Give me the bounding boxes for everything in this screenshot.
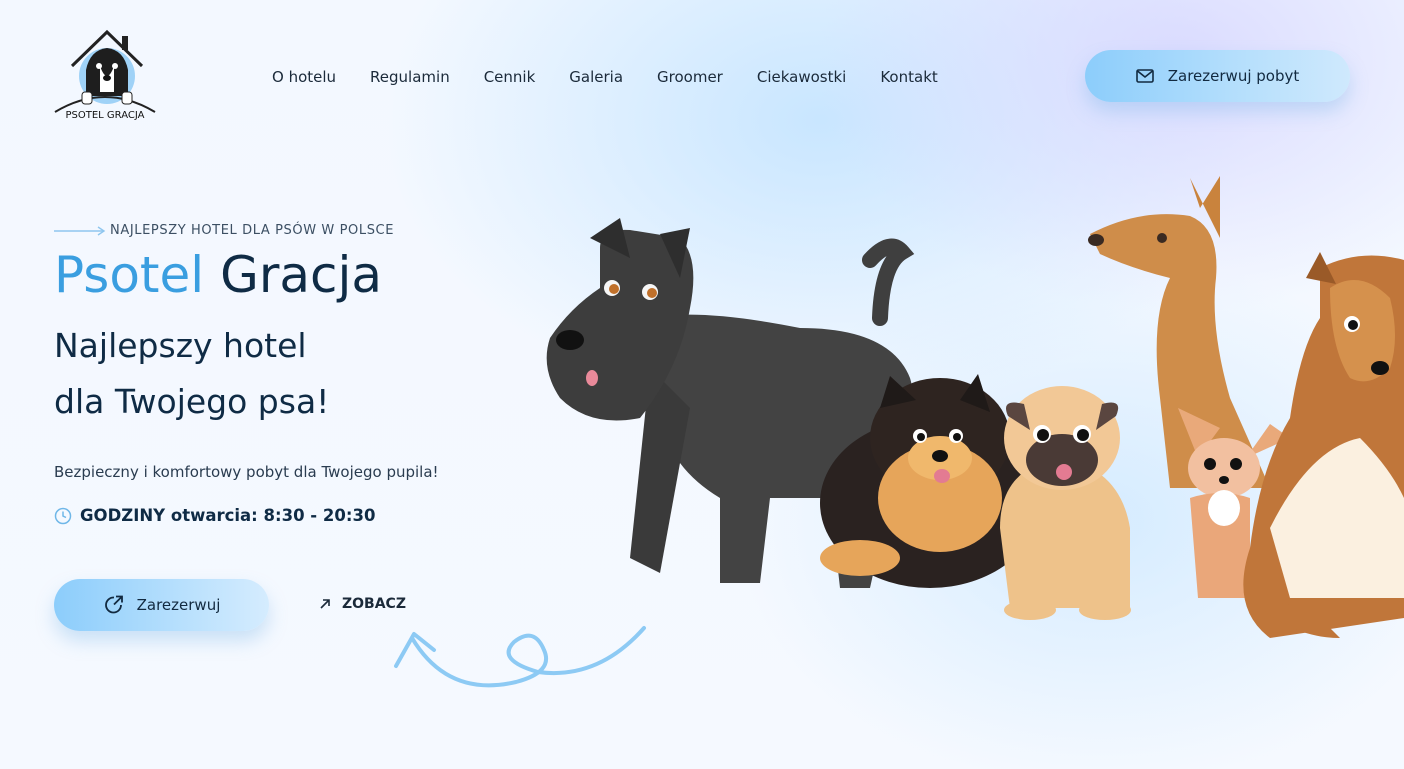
logo-text: PSOTEL GRACJA xyxy=(66,110,145,121)
clock-icon xyxy=(54,507,72,524)
see-link-label: ZOBACZ xyxy=(342,596,406,612)
landing-page: PSOTEL GRACJA O hotelu Regulamin Cennik … xyxy=(0,0,1404,769)
nav-item-kontakt[interactable]: Kontakt xyxy=(880,68,937,86)
page-title: Psotel Gracja xyxy=(54,246,382,304)
nav-item-galeria[interactable]: Galeria xyxy=(569,68,623,86)
hero-subtitle: Najlepszy hotel dla Twojego psa! xyxy=(54,318,329,430)
nav-item-regulamin[interactable]: Regulamin xyxy=(370,68,450,86)
opening-hours-text: GODZINY otwarcia: 8:30 - 20:30 xyxy=(80,506,376,525)
title-part-psotel: Psotel xyxy=(54,246,205,304)
opening-hours: GODZINY otwarcia: 8:30 - 20:30 xyxy=(54,506,375,525)
dogs-illustration xyxy=(546,176,1404,638)
external-link-icon xyxy=(104,595,123,614)
hero-subtitle-line-2: dla Twojego psa! xyxy=(54,382,330,421)
pug-dog xyxy=(1000,386,1131,620)
hero-description: Bezpieczny i komfortowy pobyt dla Twojeg… xyxy=(54,463,439,481)
book-stay-button[interactable]: Zarezerwuj pobyt xyxy=(1085,50,1350,102)
hero-subtitle-line-1: Najlepszy hotel xyxy=(54,326,307,365)
mail-icon xyxy=(1135,69,1154,83)
title-part-gracja: Gracja xyxy=(220,246,383,304)
hero-kicker-text: NAJLEPSZY HOTEL DLA PSÓW W POLSCE xyxy=(110,223,395,238)
reserve-button[interactable]: Zarezerwuj xyxy=(54,579,269,631)
see-link[interactable]: ZOBACZ xyxy=(318,596,406,612)
reserve-button-label: Zarezerwuj xyxy=(136,596,221,614)
main-nav: O hotelu Regulamin Cennik Galeria Groome… xyxy=(272,68,972,86)
arrow-line-icon xyxy=(54,225,106,236)
nav-item-ciekawostki[interactable]: Ciekawostki xyxy=(757,68,846,86)
nav-item-groomer[interactable]: Groomer xyxy=(657,68,723,86)
arrow-up-right-icon xyxy=(320,599,330,609)
book-stay-label: Zarezerwuj pobyt xyxy=(1167,67,1300,85)
hero-kicker: NAJLEPSZY HOTEL DLA PSÓW W POLSCE xyxy=(54,223,394,238)
logo[interactable]: PSOTEL GRACJA xyxy=(52,26,158,126)
nav-item-cennik[interactable]: Cennik xyxy=(484,68,536,86)
nav-item-o-hotelu[interactable]: O hotelu xyxy=(272,68,336,86)
